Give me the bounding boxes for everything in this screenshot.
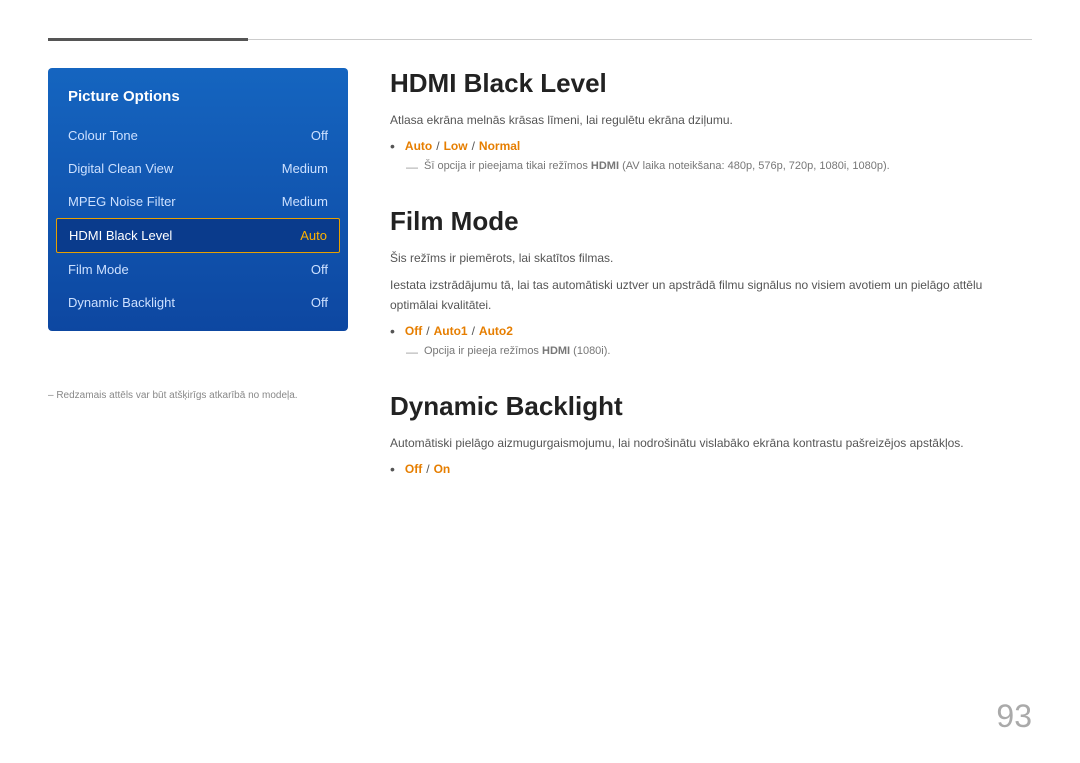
opt-normal: Normal xyxy=(479,139,520,153)
menu-item-dynamic-backlight[interactable]: Dynamic Backlight Off xyxy=(48,286,348,319)
opt-low: Low xyxy=(444,139,468,153)
sep5: / xyxy=(426,462,429,476)
menu-item-label: Dynamic Backlight xyxy=(68,295,175,310)
sep4: / xyxy=(472,324,475,338)
dynamic-backlight-desc: Automātiski pielāgo aizmugurgaismojumu, … xyxy=(390,434,1032,453)
top-bar-light-segment xyxy=(248,39,1032,40)
menu-item-label: Film Mode xyxy=(68,262,129,277)
film-mode-options: • Off / Auto1 / Auto2 xyxy=(390,323,1032,339)
note-dash-2: — xyxy=(406,345,418,359)
hdmi-black-level-note: — Šī opcija ir pieejama tikai režīmos HD… xyxy=(390,160,1032,174)
hdmi-black-level-options: • Auto / Low / Normal xyxy=(390,138,1032,154)
menu-item-label: Digital Clean View xyxy=(68,161,173,176)
menu-item-label: MPEG Noise Filter xyxy=(68,194,176,209)
menu-box: Picture Options Colour Tone Off Digital Cl… xyxy=(48,68,348,331)
section-dynamic-backlight: Dynamic Backlight Automātiski pielāgo ai… xyxy=(390,391,1032,477)
menu-item-mpeg-noise-filter[interactable]: MPEG Noise Filter Medium xyxy=(48,185,348,218)
menu-item-label: Colour Tone xyxy=(68,128,138,143)
note-dash: — xyxy=(406,160,418,174)
section-film-mode: Film Mode Šis režīms ir piemērots, lai s… xyxy=(390,206,1032,359)
bullet-icon-2: • xyxy=(390,323,395,339)
bullet-icon-3: • xyxy=(390,461,395,477)
sep1: / xyxy=(436,139,439,153)
right-panel: HDMI Black Level Atlasa ekrāna melnās kr… xyxy=(390,68,1032,509)
menu-item-value: Auto xyxy=(300,228,327,243)
film-mode-desc2: Iestata izstrādājumu tā, lai tas automāt… xyxy=(390,276,1032,314)
opt-off-2: Off xyxy=(405,462,422,476)
menu-item-value: Off xyxy=(311,262,328,277)
top-bar xyxy=(48,38,1032,41)
film-mode-desc1: Šis režīms ir piemērots, lai skatītos fi… xyxy=(390,249,1032,268)
bullet-icon: • xyxy=(390,138,395,154)
opt-auto1: Auto1 xyxy=(434,324,468,338)
opt-on: On xyxy=(434,462,451,476)
menu-items-list: Colour ToneOffDigital Clean ViewMediumMP… xyxy=(48,119,348,319)
menu-title: Picture Options xyxy=(48,80,348,119)
menu-item-colour-tone[interactable]: Colour Tone Off xyxy=(48,119,348,152)
opt-off: Off xyxy=(405,324,422,338)
sep3: / xyxy=(426,324,429,338)
film-mode-note: — Opcija ir pieeja režīmos HDMI (1080i). xyxy=(390,345,1032,359)
menu-item-film-mode[interactable]: Film Mode Off xyxy=(48,253,348,286)
dynamic-backlight-title: Dynamic Backlight xyxy=(390,391,1032,422)
menu-item-value: Medium xyxy=(282,161,328,176)
menu-item-label: HDMI Black Level xyxy=(69,228,172,243)
opt-auto2: Auto2 xyxy=(479,324,513,338)
top-bar-dark-segment xyxy=(48,38,248,41)
menu-item-value: Off xyxy=(311,295,328,310)
dynamic-backlight-options: • Off / On xyxy=(390,461,1032,477)
menu-item-hdmi-black-level[interactable]: HDMI Black Level Auto xyxy=(56,218,340,253)
section-hdmi-black-level: HDMI Black Level Atlasa ekrāna melnās kr… xyxy=(390,68,1032,174)
film-mode-title: Film Mode xyxy=(390,206,1032,237)
menu-item-value: Off xyxy=(311,128,328,143)
left-panel: Picture Options Colour Tone Off Digital Cl… xyxy=(48,68,348,331)
hdmi-black-level-desc: Atlasa ekrāna melnās krāsas līmeni, lai … xyxy=(390,111,1032,130)
sep2: / xyxy=(472,139,475,153)
menu-item-value: Medium xyxy=(282,194,328,209)
opt-auto: Auto xyxy=(405,139,432,153)
page-number: 93 xyxy=(996,698,1032,735)
left-footnote: – Redzamais attēls var būt atšķirīgs atk… xyxy=(48,390,298,401)
menu-item-digital-clean-view[interactable]: Digital Clean View Medium xyxy=(48,152,348,185)
hdmi-black-level-title: HDMI Black Level xyxy=(390,68,1032,99)
note-text-2: Opcija ir pieeja režīmos HDMI (1080i). xyxy=(424,345,610,357)
note-text: Šī opcija ir pieejama tikai režīmos HDMI… xyxy=(424,160,890,172)
